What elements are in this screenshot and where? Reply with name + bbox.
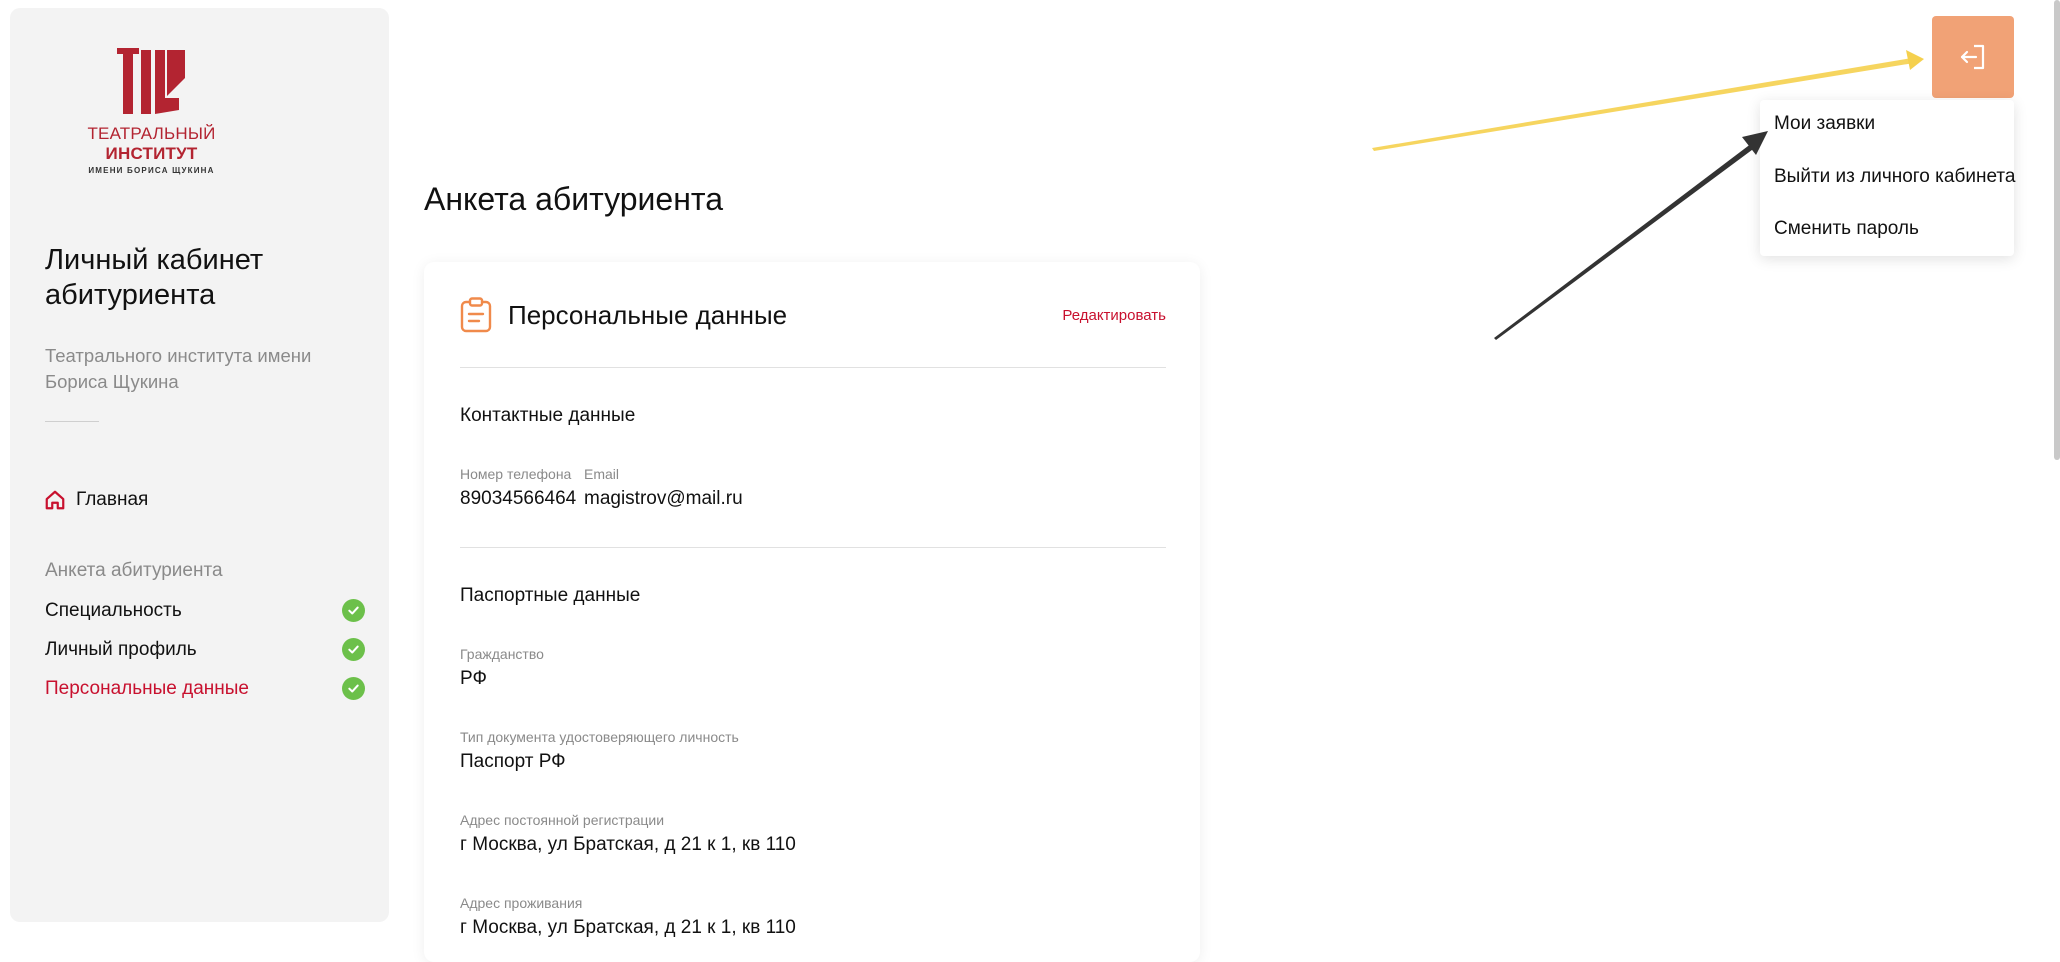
check-circle-icon — [342, 638, 365, 661]
logo-text-main: ТЕАТРАЛЬНЫЙ ИНСТИТУТ — [87, 124, 216, 163]
clipboard-icon — [460, 297, 492, 333]
email-value: magistrov@mail.ru — [584, 488, 743, 509]
passport-section-title: Паспортные данные — [460, 585, 641, 606]
citizenship-value: РФ — [460, 668, 487, 689]
dark-annotation-arrow — [1494, 140, 1760, 340]
card-header: Персональные данные Редактировать — [460, 295, 1166, 335]
institute-logo[interactable]: ТЕАТРАЛЬНЫЙ ИНСТИТУТ ИМЕНИ БОРИСА ЩУКИНА — [44, 48, 259, 175]
sidebar-item-specialty[interactable]: Специальность — [45, 599, 365, 622]
registration-address-label: Адрес постоянной регистрации — [460, 812, 665, 828]
nav-home-label: Главная — [76, 489, 149, 510]
sidebar-item-label: Персональные данные — [45, 677, 249, 699]
sidebar-item-label: Личный профиль — [45, 638, 197, 660]
registration-address-value: г Москва, ул Братская, д 21 к 1, кв 110 — [460, 834, 796, 855]
menu-item-logout[interactable]: Выйти из личного кабинета — [1774, 166, 2015, 188]
logo-emblem-icon — [116, 48, 185, 114]
phone-value: 89034566464 — [460, 488, 577, 509]
yellow-arrowhead — [1906, 50, 1924, 70]
divider — [460, 547, 1166, 548]
logo-text-sub: ИМЕНИ БОРИСА ЩУКИНА — [88, 166, 215, 175]
sidebar-item-profile[interactable]: Личный профиль — [45, 638, 365, 661]
check-circle-icon — [342, 599, 365, 622]
sidebar-divider — [45, 421, 99, 422]
logout-button[interactable] — [1932, 16, 2014, 98]
divider — [460, 367, 1166, 368]
sidebar-item-personal-data[interactable]: Персональные данные — [45, 677, 365, 700]
document-type-label: Тип документа удостоверяющего личность — [460, 729, 739, 745]
logout-icon — [1960, 44, 1985, 70]
user-dropdown-menu: Мои заявки Выйти из личного кабинета Сме… — [1760, 100, 2015, 256]
menu-item-my-applications[interactable]: Мои заявки — [1774, 113, 1875, 135]
cabinet-title: Личный кабинет абитуриента — [45, 244, 264, 311]
home-icon — [45, 490, 65, 510]
nav-home[interactable]: Главная — [44, 489, 148, 511]
sidebar: ТЕАТРАЛЬНЫЙ ИНСТИТУТ ИМЕНИ БОРИСА ЩУКИНА… — [10, 8, 389, 922]
residence-address-value: г Москва, ул Братская, д 21 к 1, кв 110 — [460, 917, 796, 938]
personal-data-card: Персональные данные Редактировать Контак… — [424, 262, 1200, 962]
page-scrollbar[interactable] — [2054, 0, 2060, 460]
contacts-section-title: Контактные данные — [460, 405, 636, 426]
document-type-value: Паспорт РФ — [460, 751, 566, 772]
sidebar-item-label: Специальность — [45, 599, 182, 621]
residence-address-label: Адрес проживания — [460, 895, 583, 911]
phone-label: Номер телефона — [460, 466, 572, 482]
citizenship-label: Гражданство — [460, 646, 544, 662]
menu-item-change-password[interactable]: Сменить пароль — [1774, 218, 1919, 240]
check-circle-icon — [342, 677, 365, 700]
nav-section-label: Анкета абитуриента — [45, 560, 223, 581]
email-label: Email — [584, 466, 620, 482]
page-title: Анкета абитуриента — [424, 181, 723, 217]
edit-link[interactable]: Редактировать — [1062, 307, 1166, 324]
card-title: Персональные данные — [508, 299, 788, 330]
cabinet-subtitle: Театрального института имени Бориса Щуки… — [45, 345, 312, 392]
